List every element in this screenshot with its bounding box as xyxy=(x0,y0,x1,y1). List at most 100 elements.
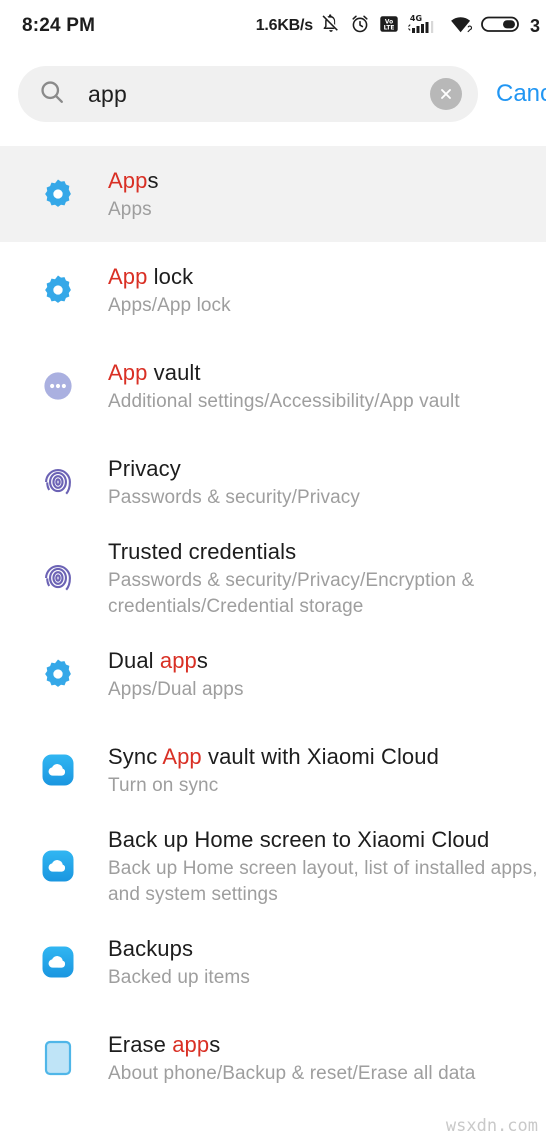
result-text-block: Sync App vault with Xiaomi Cloud Turn on … xyxy=(108,742,546,799)
search-result-row[interactable]: Erase apps About phone/Backup & reset/Era… xyxy=(0,1010,546,1106)
search-input-value: app xyxy=(88,80,127,107)
signal-4g-icon: 4G xyxy=(407,12,441,41)
status-time: 8:24 PM xyxy=(22,15,96,36)
result-text-block: Erase apps About phone/Backup & reset/Era… xyxy=(108,1030,546,1087)
svg-text:4G: 4G xyxy=(410,14,422,23)
fingerprint-icon xyxy=(45,565,71,591)
device-icon xyxy=(44,1040,72,1076)
battery-icon xyxy=(481,13,521,40)
fingerprint-icon xyxy=(38,465,78,499)
result-title: Privacy xyxy=(108,454,542,483)
result-title-post: s xyxy=(196,647,208,673)
search-result-row[interactable]: App lock Apps/App lock xyxy=(0,242,546,338)
search-result-row[interactable]: App vault Additional settings/Accessibili… xyxy=(0,338,546,434)
cloud-icon xyxy=(42,754,74,786)
result-title-pre: Dual xyxy=(108,647,160,673)
fingerprint-icon xyxy=(45,469,71,495)
bell-muted-icon xyxy=(320,13,342,40)
result-subtitle: Apps/Dual apps xyxy=(108,678,244,700)
result-title: App lock xyxy=(108,262,542,291)
status-bar: 8:24 PM 1.6KB/s Vo LTE 4G 3 xyxy=(0,0,546,52)
cancel-button[interactable]: Cancel xyxy=(496,80,546,108)
search-result-row[interactable]: Trusted credentials Passwords & security/… xyxy=(0,530,546,626)
result-text-block: Privacy Passwords & security/Privacy xyxy=(108,454,546,511)
search-bar: app Cancel xyxy=(0,52,546,136)
gear-icon xyxy=(38,657,78,691)
result-text-block: Back up Home screen to Xiaomi Cloud Back … xyxy=(108,825,546,908)
result-title-pre: Trusted credentials xyxy=(108,538,297,564)
result-title-post: lock xyxy=(147,263,194,289)
result-text-block: App vault Additional settings/Accessibili… xyxy=(108,358,546,415)
result-title-pre: Back up Home screen to Xiaomi Cloud xyxy=(108,826,490,852)
svg-text:LTE: LTE xyxy=(384,25,395,31)
cloud-icon xyxy=(38,945,78,979)
result-title: Erase apps xyxy=(108,1030,542,1059)
result-title: Apps xyxy=(108,166,542,195)
search-result-row[interactable]: Sync App vault with Xiaomi Cloud Turn on … xyxy=(0,722,546,818)
device-icon xyxy=(38,1039,78,1077)
wifi-icon xyxy=(448,13,474,40)
alarm-clock-icon xyxy=(349,13,371,40)
result-title: Back up Home screen to Xiaomi Cloud xyxy=(108,825,542,854)
result-title-post: vault xyxy=(147,359,201,385)
result-subtitle: Passwords & security/Privacy xyxy=(108,486,360,508)
search-results-list: Apps Apps App lock Apps/App lock App vault… xyxy=(0,146,546,1140)
gear-icon xyxy=(38,273,78,307)
result-title: Dual apps xyxy=(108,646,542,675)
result-title: App vault xyxy=(108,358,542,387)
search-result-row[interactable]: Back up Home screen to Xiaomi Cloud Back … xyxy=(0,818,546,914)
result-title-pre: Erase xyxy=(108,1031,173,1057)
search-result-row[interactable]: Backups Backed up items xyxy=(0,914,546,1010)
cloud-icon xyxy=(38,849,78,883)
gear-icon xyxy=(45,179,71,207)
volte-icon: Vo LTE xyxy=(378,13,400,40)
result-subtitle: Back up Home screen layout, list of inst… xyxy=(108,857,538,905)
result-title-post: vault with Xiaomi Cloud xyxy=(201,743,439,769)
watermark: wsxdn.com xyxy=(445,1116,538,1136)
result-title-highlight: app xyxy=(159,647,197,673)
cloud-icon xyxy=(42,946,74,978)
result-subtitle: Backed up items xyxy=(108,966,250,988)
result-subtitle: Additional settings/Accessibility/App va… xyxy=(108,390,460,412)
search-result-row[interactable]: Dual apps Apps/Dual apps xyxy=(0,626,546,722)
search-input[interactable]: app xyxy=(18,66,478,122)
result-title-highlight: App xyxy=(162,743,202,769)
result-title-pre: Backups xyxy=(108,935,194,961)
cloud-icon xyxy=(42,850,74,882)
result-title-highlight: App xyxy=(108,359,148,385)
ellipsis-circle-icon xyxy=(44,372,72,400)
result-title: Trusted credentials xyxy=(108,537,542,566)
search-icon xyxy=(38,78,66,111)
result-title-post: s xyxy=(209,1031,221,1057)
result-title: Sync App vault with Xiaomi Cloud xyxy=(108,742,542,771)
cloud-icon xyxy=(38,753,78,787)
search-result-row[interactable]: Privacy Passwords & security/Privacy xyxy=(0,434,546,530)
result-text-block: Dual apps Apps/Dual apps xyxy=(108,646,546,703)
result-subtitle: Turn on sync xyxy=(108,774,219,796)
result-title-pre: Sync xyxy=(108,743,163,769)
result-subtitle: Passwords & security/Privacy/Encryption … xyxy=(108,569,475,617)
result-text-block: Trusted credentials Passwords & security/… xyxy=(108,537,546,620)
result-text-block: Apps Apps xyxy=(108,166,546,223)
result-title-highlight: App xyxy=(108,167,148,193)
result-subtitle: About phone/Backup & reset/Erase all dat… xyxy=(108,1062,476,1084)
result-text-block: App lock Apps/App lock xyxy=(108,262,546,319)
result-subtitle: Apps/App lock xyxy=(108,294,231,316)
gear-icon xyxy=(45,275,71,303)
result-title: Backups xyxy=(108,934,542,963)
result-title-pre: Privacy xyxy=(108,455,181,481)
network-speed-label: 1.6KB/s xyxy=(255,17,313,34)
clear-circle-icon[interactable] xyxy=(430,78,462,110)
status-icons-group: 1.6KB/s Vo LTE 4G 3 xyxy=(256,0,540,52)
gear-icon xyxy=(38,177,78,211)
result-title-highlight: App xyxy=(108,263,148,289)
battery-percent-label: 3 xyxy=(529,15,540,36)
search-result-row[interactable]: Apps Apps xyxy=(0,146,546,242)
ellipsis-circle-icon xyxy=(38,370,78,402)
result-title-post: s xyxy=(147,167,159,193)
gear-icon xyxy=(45,659,71,687)
result-title-highlight: app xyxy=(172,1031,210,1057)
result-subtitle: Apps xyxy=(108,198,152,220)
fingerprint-icon xyxy=(38,561,78,595)
result-text-block: Backups Backed up items xyxy=(108,934,546,991)
